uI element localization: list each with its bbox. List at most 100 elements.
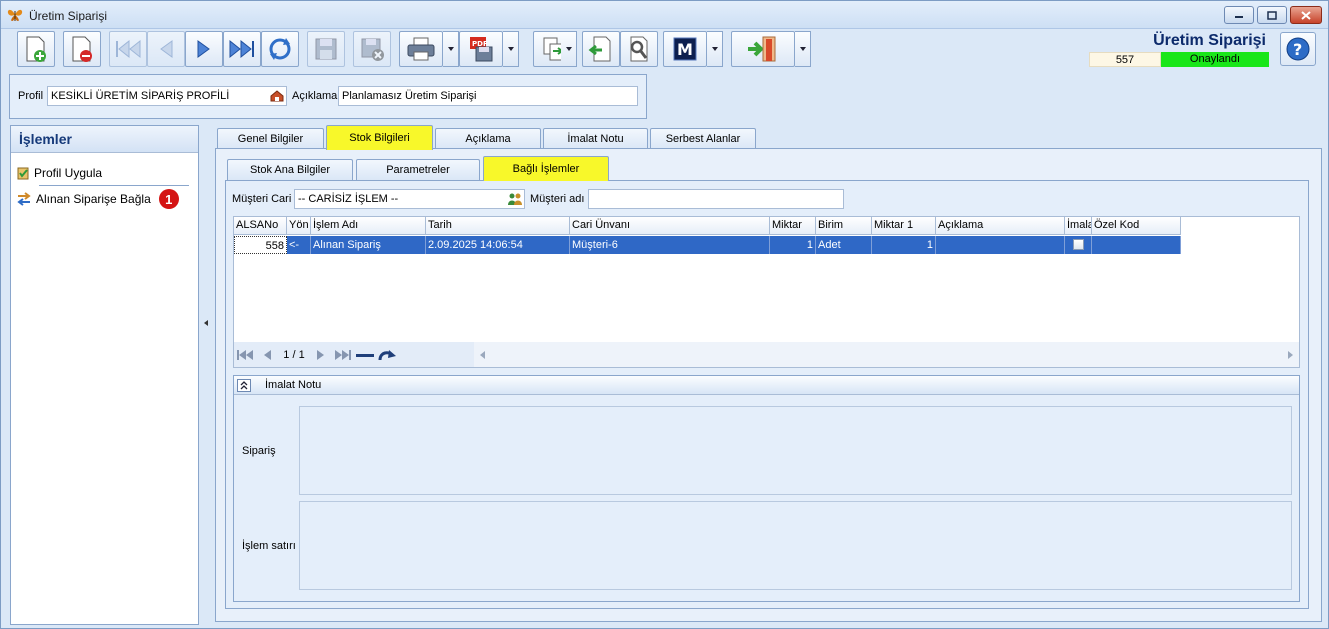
cell-ozel-kod[interactable] xyxy=(1092,236,1181,254)
import-icon xyxy=(588,36,611,62)
pdf-dropdown[interactable] xyxy=(503,31,519,67)
cell-birim[interactable]: Adet xyxy=(816,236,872,254)
tab-aciklama[interactable]: Açıklama xyxy=(435,128,541,150)
previous-record-icon xyxy=(160,40,173,58)
customer-name-field[interactable] xyxy=(588,189,844,209)
minimize-button[interactable] xyxy=(1224,6,1254,24)
previous-record-button[interactable] xyxy=(147,31,185,67)
link-arrows-icon xyxy=(17,192,31,206)
tab-parametreler[interactable]: Parametreler xyxy=(356,159,480,181)
next-page-button[interactable] xyxy=(310,345,332,365)
lookup-icon[interactable] xyxy=(270,90,284,102)
remove-row-button[interactable] xyxy=(354,345,376,365)
sidebar-item-alinan-siparise-bagla[interactable]: Alınan Siparişe Bağla 1 xyxy=(16,189,179,209)
table-row[interactable]: 558 <- Alınan Sipariş 2.09.2025 14:06:54… xyxy=(234,236,1181,254)
cell-yon[interactable]: <- xyxy=(287,236,311,254)
close-button[interactable] xyxy=(1290,6,1322,24)
tab-imalat-notu[interactable]: İmalat Notu xyxy=(543,128,648,150)
collapse-button[interactable] xyxy=(237,378,251,392)
new-button[interactable] xyxy=(17,31,55,67)
document-number: 557 xyxy=(1089,52,1161,67)
tab-bagli-islemler[interactable]: Bağlı İşlemler xyxy=(483,156,609,181)
tab-stok-ana-bilgiler[interactable]: Stok Ana Bilgiler xyxy=(227,159,353,181)
last-page-button[interactable] xyxy=(332,345,354,365)
print-button[interactable] xyxy=(399,31,443,67)
first-page-button[interactable] xyxy=(234,345,256,365)
svg-text:M: M xyxy=(677,40,693,59)
cell-islem-adi[interactable]: Alınan Sipariş xyxy=(311,236,426,254)
redo-button[interactable] xyxy=(376,345,398,365)
previous-page-button[interactable] xyxy=(256,345,278,365)
print-dropdown[interactable] xyxy=(443,31,459,67)
settings-icon xyxy=(630,36,648,62)
cell-alsano[interactable]: 558 xyxy=(234,236,287,254)
close-icon xyxy=(1301,10,1311,20)
title-bar: Üretim Siparişi xyxy=(1,1,1328,29)
divider xyxy=(39,185,189,186)
save-close-button[interactable] xyxy=(353,31,391,67)
scroll-left-icon[interactable] xyxy=(480,351,485,359)
refresh-button[interactable] xyxy=(261,31,299,67)
column-header[interactable]: Miktar 1 xyxy=(872,217,936,235)
horizontal-scrollbar[interactable] xyxy=(474,342,1299,367)
cell-miktar[interactable]: 1 xyxy=(770,236,816,254)
scroll-right-icon[interactable] xyxy=(1288,351,1293,359)
exit-dropdown[interactable] xyxy=(795,31,811,67)
first-record-icon xyxy=(116,39,141,59)
maximize-button[interactable] xyxy=(1257,6,1287,24)
cell-cari-unvani[interactable]: Müşteri-6 xyxy=(570,236,770,254)
customer-label: Müşteri Cari xyxy=(232,193,292,205)
profile-field[interactable]: KESİKLİ ÜRETİM SİPARİŞ PROFİLİ xyxy=(47,86,287,106)
cell-miktar1[interactable]: 1 xyxy=(872,236,936,254)
step-badge: 1 xyxy=(158,189,179,209)
svg-text:?: ? xyxy=(1293,40,1302,59)
next-record-icon xyxy=(197,40,210,58)
next-record-button[interactable] xyxy=(185,31,223,67)
tab-genel-bilgiler[interactable]: Genel Bilgiler xyxy=(217,128,324,150)
column-header[interactable]: ALSANo xyxy=(234,217,287,235)
column-header[interactable]: Özel Kod xyxy=(1092,217,1181,235)
tab-stok-bilgileri[interactable]: Stok Bilgileri xyxy=(326,125,433,150)
description-label: Açıklama xyxy=(292,90,338,102)
tab-serbest-alanlar[interactable]: Serbest Alanlar xyxy=(650,128,756,150)
imalat-checkbox[interactable] xyxy=(1073,239,1084,250)
save-button[interactable] xyxy=(307,31,345,67)
document-title: Üretim Siparişi xyxy=(1153,32,1266,49)
last-record-button[interactable] xyxy=(223,31,261,67)
first-page-icon xyxy=(237,349,253,360)
column-header[interactable]: Yön xyxy=(287,217,311,235)
import-button[interactable] xyxy=(582,31,620,67)
app-window: Üretim Siparişi PDF M Üretim Siparişi 55… xyxy=(0,0,1329,629)
column-header[interactable]: İmalat xyxy=(1065,217,1092,235)
help-button[interactable]: ? xyxy=(1280,32,1316,66)
delete-button[interactable] xyxy=(63,31,101,67)
column-header[interactable]: Miktar xyxy=(770,217,816,235)
splitter-handle[interactable] xyxy=(201,125,211,625)
column-header[interactable]: İşlem Adı xyxy=(311,217,426,235)
customer-field[interactable]: -- CARİSİZ İŞLEM -- xyxy=(294,189,525,209)
column-header[interactable]: Açıklama xyxy=(936,217,1065,235)
m-menu-dropdown[interactable] xyxy=(707,31,723,67)
cell-tarih[interactable]: 2.09.2025 14:06:54 xyxy=(426,236,570,254)
sidebar-item-profil-uygula[interactable]: Profil Uygula xyxy=(16,163,102,183)
settings-button[interactable] xyxy=(620,31,658,67)
save-close-icon xyxy=(361,38,384,61)
m-menu-button[interactable]: M xyxy=(663,31,707,67)
first-record-button[interactable] xyxy=(109,31,147,67)
siparis-note-field[interactable] xyxy=(299,406,1292,495)
customer-name-label: Müşteri adı xyxy=(530,193,585,205)
cell-imalat[interactable] xyxy=(1065,236,1092,254)
cell-aciklama[interactable] xyxy=(936,236,1065,254)
column-header[interactable]: Birim xyxy=(816,217,872,235)
column-header[interactable]: Tarih xyxy=(426,217,570,235)
save-icon xyxy=(315,38,337,60)
description-field[interactable]: Planlamasız Üretim Siparişi xyxy=(338,86,638,106)
export-dropdown[interactable] xyxy=(561,31,577,67)
profile-label: Profil xyxy=(18,90,44,102)
people-lookup-icon[interactable] xyxy=(508,193,522,205)
exit-button[interactable] xyxy=(731,31,795,67)
pdf-button[interactable]: PDF xyxy=(459,31,503,67)
column-header[interactable]: Cari Ünvanı xyxy=(570,217,770,235)
group-header: İmalat Notu xyxy=(234,376,1299,395)
islem-satiri-note-field[interactable] xyxy=(299,501,1292,590)
